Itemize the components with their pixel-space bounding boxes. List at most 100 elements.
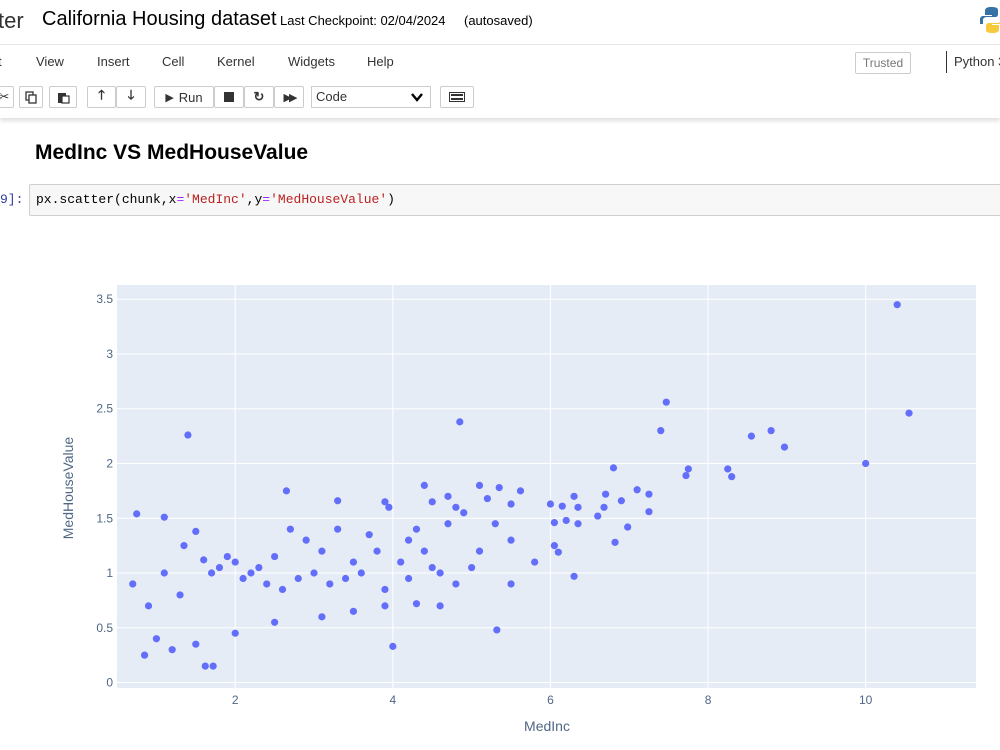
scatter-point[interactable]: [475, 481, 484, 490]
scatter-point[interactable]: [365, 531, 373, 539]
scatter-point[interactable]: [168, 646, 176, 654]
scatter-point[interactable]: [554, 548, 562, 556]
scatter-point[interactable]: [684, 465, 692, 473]
scatter-point[interactable]: [381, 602, 389, 610]
move-cell-down-button[interactable]: 🡓: [116, 86, 146, 108]
scatter-point[interactable]: [611, 538, 619, 546]
scatter-point[interactable]: [152, 635, 161, 643]
scatter-point[interactable]: [176, 591, 184, 599]
scatter-point[interactable]: [436, 602, 444, 610]
scatter-point[interactable]: [682, 471, 690, 480]
scatter-point[interactable]: [645, 490, 653, 498]
jupyter-logo-text[interactable]: ter: [0, 8, 24, 34]
scatter-point[interactable]: [334, 525, 342, 533]
scatter-point[interactable]: [389, 642, 397, 650]
scatter-point[interactable]: [456, 418, 464, 426]
cut-button[interactable]: ✂: [0, 86, 14, 108]
scatter-point[interactable]: [144, 602, 153, 610]
scatter-point[interactable]: [624, 523, 632, 531]
scatter-point[interactable]: [905, 409, 913, 417]
scatter-point[interactable]: [780, 443, 789, 451]
menu-kernel[interactable]: Kernel: [217, 54, 255, 69]
scatter-point[interactable]: [397, 558, 405, 566]
scatter-point[interactable]: [180, 542, 188, 550]
restart-kernel-button[interactable]: ↻: [244, 86, 274, 108]
scatter-point[interactable]: [412, 525, 421, 533]
scatter-point[interactable]: [140, 651, 149, 659]
scatter-point[interactable]: [662, 398, 670, 406]
menu-cell[interactable]: Cell: [162, 54, 184, 69]
scatter-point[interactable]: [617, 497, 625, 505]
cell-type-select[interactable]: Code: [311, 86, 431, 108]
scatter-point[interactable]: [420, 481, 428, 490]
scatter-point[interactable]: [444, 520, 452, 528]
scatter-point[interactable]: [310, 569, 318, 577]
scatter-point[interactable]: [247, 569, 255, 577]
scatter-point[interactable]: [452, 503, 460, 511]
scatter-point[interactable]: [341, 574, 350, 583]
scatter-point[interactable]: [747, 432, 755, 440]
scatter-point[interactable]: [192, 527, 200, 535]
scatter-point[interactable]: [428, 563, 436, 572]
scatter-point[interactable]: [609, 464, 618, 472]
scatter-point[interactable]: [452, 580, 460, 588]
scatter-point[interactable]: [160, 569, 168, 577]
scatter-point[interactable]: [507, 500, 515, 508]
scatter-point[interactable]: [215, 563, 224, 572]
scatter-point[interactable]: [271, 552, 279, 561]
menu-view[interactable]: View: [36, 54, 64, 69]
scatter-point[interactable]: [412, 600, 421, 608]
code-cell-input[interactable]: px.scatter(chunk,x='MedInc',y='MedHouseV…: [29, 184, 1000, 216]
scatter-point[interactable]: [516, 487, 525, 495]
scatter-point[interactable]: [385, 503, 393, 511]
scatter-point[interactable]: [550, 519, 558, 527]
scatter-point[interactable]: [546, 500, 555, 508]
scatter-point[interactable]: [460, 509, 468, 517]
scatter-point[interactable]: [420, 547, 428, 555]
scatter-point[interactable]: [600, 503, 608, 511]
scatter-point[interactable]: [594, 512, 602, 520]
menu-help[interactable]: Help: [367, 54, 394, 69]
menu-insert[interactable]: Insert: [97, 54, 130, 69]
scatter-point[interactable]: [657, 427, 665, 435]
menu-edit[interactable]: t: [0, 54, 2, 69]
scatter-point[interactable]: [468, 563, 476, 572]
scatter-point[interactable]: [428, 498, 436, 506]
scatter-point[interactable]: [184, 431, 192, 439]
scatter-point[interactable]: [724, 465, 732, 473]
scatter-point[interactable]: [255, 563, 263, 572]
scatter-plot[interactable]: 2 4 6 8 10 0 0.5 1 1.5 2 2.5 3 3.5 MedInc MedHouseVa…: [0, 230, 1000, 750]
scatter-point[interactable]: [318, 547, 326, 555]
scatter-point[interactable]: [495, 483, 503, 492]
scatter-point[interactable]: [531, 558, 539, 566]
scatter-point[interactable]: [192, 640, 200, 648]
scatter-point[interactable]: [349, 607, 358, 615]
scatter-point[interactable]: [493, 626, 501, 634]
scatter-point[interactable]: [271, 618, 279, 626]
scatter-point[interactable]: [550, 542, 558, 550]
scatter-point[interactable]: [207, 569, 216, 577]
kernel-indicator[interactable]: Python 3: [946, 51, 1000, 73]
scatter-point[interactable]: [209, 662, 217, 670]
scatter-point[interactable]: [294, 574, 302, 583]
scatter-point[interactable]: [436, 569, 444, 577]
scatter-point[interactable]: [570, 492, 578, 500]
interrupt-kernel-button[interactable]: [214, 86, 244, 108]
scatter-point[interactable]: [278, 585, 287, 594]
scatter-point[interactable]: [318, 613, 326, 621]
scatter-point[interactable]: [357, 569, 365, 577]
scatter-point[interactable]: [633, 486, 641, 494]
scatter-point[interactable]: [263, 580, 271, 588]
menu-widgets[interactable]: Widgets: [288, 54, 335, 69]
scatter-point[interactable]: [893, 301, 901, 309]
scatter-point[interactable]: [728, 473, 736, 481]
scatter-point[interactable]: [133, 510, 141, 518]
scatter-point[interactable]: [767, 427, 775, 435]
scatter-point[interactable]: [645, 508, 653, 516]
paste-button[interactable]: [49, 86, 77, 108]
copy-button[interactable]: [19, 86, 43, 108]
scatter-point[interactable]: [326, 580, 334, 588]
scatter-point[interactable]: [507, 580, 515, 588]
scatter-point[interactable]: [302, 536, 310, 544]
scatter-point[interactable]: [562, 516, 570, 525]
